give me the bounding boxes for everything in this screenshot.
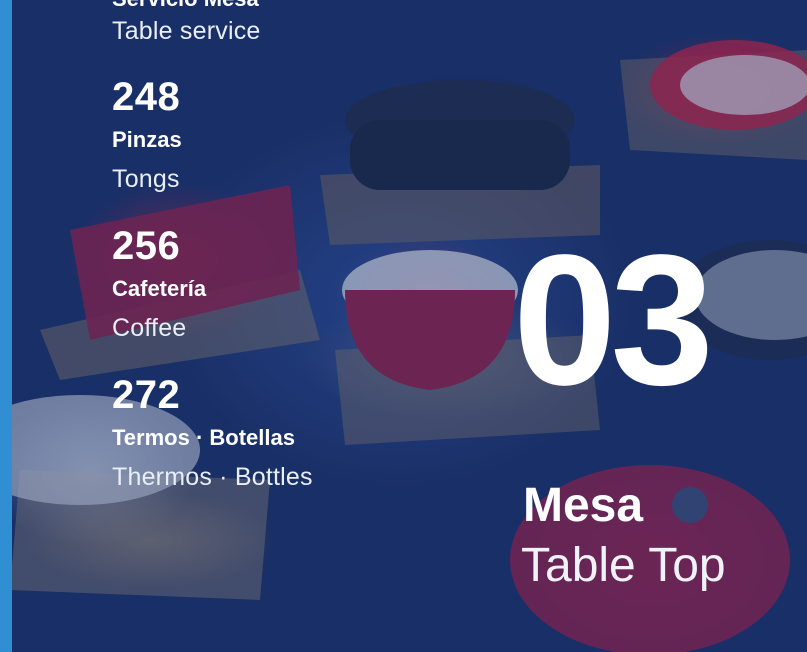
- item-name-es: Cafetería: [112, 276, 207, 301]
- category-subtitle-top: Table service: [112, 17, 261, 45]
- item-name-en: Thermos · Bottles: [112, 463, 313, 491]
- item-number: 248: [112, 75, 181, 119]
- item-name-es: Pinzas: [112, 127, 182, 152]
- section-number: 03: [513, 217, 714, 424]
- item-number: 272: [112, 373, 181, 417]
- item-name-es: Termos · Botellas: [112, 425, 295, 450]
- catalog-page: Servicio Mesa Table service 248 Pinzas T…: [0, 0, 807, 652]
- item-name-en: Coffee: [112, 314, 187, 342]
- section-subtitle: Table Top: [521, 539, 726, 592]
- item-name-en: Tongs: [112, 165, 180, 193]
- section-title: Mesa: [523, 479, 644, 532]
- item-number: 256: [112, 224, 181, 268]
- accent-stripe: [0, 0, 12, 652]
- category-title-top: Servicio Mesa: [112, 0, 259, 12]
